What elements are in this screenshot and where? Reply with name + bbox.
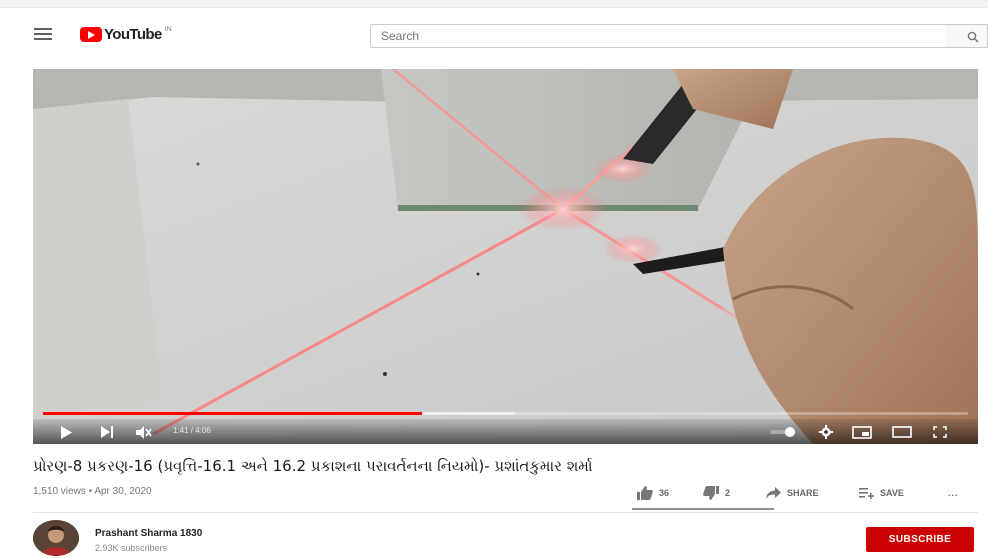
- share-button[interactable]: SHARE: [766, 484, 819, 502]
- next-icon[interactable]: [99, 424, 115, 440]
- dislike-count: 2: [725, 488, 731, 498]
- player-controls: 1:41 / 4:06: [33, 419, 978, 444]
- video-views-date: 1,510 views • Apr 30, 2020: [33, 486, 152, 497]
- thumbs-down-icon: [703, 486, 719, 500]
- dislike-button[interactable]: 2: [703, 484, 730, 502]
- more-dots-icon: ...: [948, 488, 959, 498]
- thumbs-up-icon: [637, 486, 653, 500]
- autoplay-toggle-icon[interactable]: [769, 424, 797, 440]
- like-button[interactable]: 36: [637, 484, 669, 502]
- share-label: SHARE: [787, 488, 819, 498]
- mute-icon[interactable]: [135, 424, 153, 440]
- fullscreen-icon[interactable]: [931, 424, 949, 440]
- theater-mode-icon[interactable]: [891, 424, 913, 440]
- progress-played: [43, 412, 423, 415]
- save-label: SAVE: [880, 488, 904, 498]
- progress-bar[interactable]: [43, 412, 968, 415]
- subscriber-count: 2.93K subscribers: [95, 543, 168, 553]
- miniplayer-icon[interactable]: [851, 424, 873, 440]
- more-actions-button[interactable]: ...: [948, 484, 959, 502]
- youtube-play-badge-icon: [80, 26, 102, 42]
- section-divider: [33, 512, 978, 513]
- youtube-logo[interactable]: YouTube IN: [80, 24, 172, 44]
- masthead: YouTube IN: [0, 8, 988, 58]
- video-player[interactable]: 1:41 / 4:06: [33, 69, 978, 444]
- like-sentiment-bar: [632, 508, 774, 510]
- time-display: 1:41 / 4:06: [173, 426, 211, 435]
- search-icon: [967, 31, 979, 43]
- save-button[interactable]: SAVE: [859, 484, 904, 502]
- subscribe-button[interactable]: SUBSCRIBE: [866, 527, 974, 552]
- logo-country-code: IN: [164, 25, 172, 33]
- like-count: 36: [659, 488, 670, 498]
- share-arrow-icon: [766, 487, 781, 499]
- search-button[interactable]: [945, 24, 988, 48]
- channel-avatar[interactable]: [33, 520, 79, 556]
- playlist-add-icon: [859, 488, 874, 499]
- play-icon[interactable]: [59, 424, 73, 440]
- video-title: પ્રોરણ-8 પ્રકરણ-16 (પ્રવૃત્તિ-16.1 અને 1…: [33, 457, 593, 475]
- settings-gear-icon[interactable]: [818, 424, 834, 440]
- browser-top-strip: [0, 0, 988, 8]
- video-frame[interactable]: [33, 69, 978, 444]
- logo-text: YouTube: [104, 25, 162, 43]
- search-input[interactable]: [370, 24, 946, 48]
- hamburger-menu-icon[interactable]: [34, 28, 52, 40]
- channel-name[interactable]: Prashant Sharma 1830: [95, 528, 202, 539]
